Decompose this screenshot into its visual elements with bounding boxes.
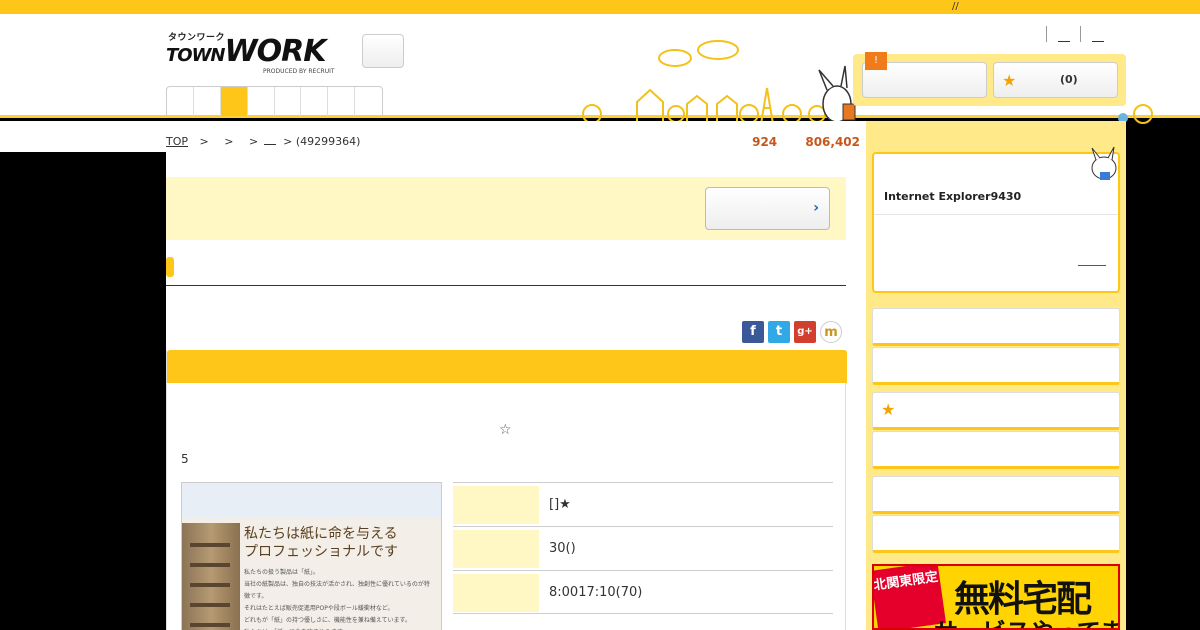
logo-wordmark: TOWNWORK bbox=[166, 34, 326, 69]
widget-title: Internet Explorer9430 bbox=[884, 190, 1022, 203]
info-row-value: []★ bbox=[549, 497, 571, 512]
job-card-header bbox=[167, 350, 847, 383]
tab-8[interactable] bbox=[355, 87, 382, 116]
googleplus-icon[interactable]: g+ bbox=[794, 321, 816, 343]
rabbit-mascot-icon bbox=[1091, 146, 1117, 180]
logo-produced-by: PRODUCED BY RECRUIT bbox=[263, 68, 335, 75]
job-photo: 私たちは紙に命を与える プロフェッショナルです 私たちの扱う製品は「紙」。 当社… bbox=[181, 482, 442, 630]
breadcrumb-link-underline[interactable] bbox=[263, 144, 276, 145]
job-number: 5 bbox=[181, 452, 189, 466]
tab-2[interactable] bbox=[194, 87, 221, 116]
chevron-right-icon: › bbox=[813, 200, 819, 216]
job-info-table: []★ 30() 8:0017:10(70) bbox=[453, 482, 833, 614]
site-header: タウンワーク TOWNWORK PRODUCED BY RECRUIT ★ (0… bbox=[0, 14, 1200, 128]
breadcrumb-sep: > bbox=[199, 135, 209, 148]
browser-notice-widget: Internet Explorer9430 bbox=[872, 146, 1120, 293]
area-tabs bbox=[166, 86, 383, 116]
info-row-value: 30() bbox=[549, 541, 576, 556]
info-row: 30() bbox=[453, 526, 833, 570]
main-content: TOP > > > > (49299364) 924 806,402 › f t… bbox=[166, 121, 866, 630]
breadcrumb-job-id: > (49299364) bbox=[283, 135, 361, 148]
ad-subline: サービスやってます! bbox=[934, 612, 1118, 628]
star-icon: ★ bbox=[881, 400, 896, 419]
photo-headline: 私たちは紙に命を与える プロフェッショナルです bbox=[244, 526, 398, 560]
sidebar: Internet Explorer9430 ★ 北関東限定 無料宅配 サービスや… bbox=[866, 121, 1126, 630]
breadcrumb-sep: > bbox=[248, 135, 259, 148]
stats: 924 806,402 bbox=[728, 135, 860, 149]
facebook-icon[interactable]: f bbox=[742, 321, 764, 343]
sidebar-button-favorites[interactable]: ★ bbox=[872, 392, 1120, 430]
top-bar-mark: // bbox=[952, 1, 959, 12]
favorites-count: (0) bbox=[1060, 73, 1078, 86]
rabbit-mascot-icon bbox=[818, 65, 856, 123]
breadcrumb-top-link[interactable]: TOP bbox=[166, 135, 188, 148]
tab-4[interactable] bbox=[248, 87, 275, 116]
photo-body: 私たちの扱う製品は「紙」。 当社の紙製品は、独自の技法が活かされ、独創性に優れて… bbox=[244, 569, 430, 630]
info-row-label bbox=[453, 530, 539, 568]
tab-1[interactable] bbox=[167, 87, 194, 116]
sidebar-button-5[interactable] bbox=[872, 476, 1120, 514]
info-row: []★ bbox=[453, 482, 833, 526]
star-icon: ★ bbox=[1002, 71, 1017, 90]
banner-button[interactable]: › bbox=[705, 187, 830, 230]
delivery-ad-banner[interactable]: 北関東限定 無料宅配 サービスやってます! bbox=[872, 564, 1120, 630]
tab-7[interactable] bbox=[328, 87, 356, 116]
widget-divider bbox=[874, 214, 1118, 215]
info-row-value: 8:0017:10(70) bbox=[549, 585, 643, 600]
info-row: 8:0017:10(70) bbox=[453, 570, 833, 614]
tab-5[interactable] bbox=[275, 87, 302, 116]
stat-count-1: 924 bbox=[752, 135, 778, 149]
breadcrumb-sep: > bbox=[224, 135, 234, 148]
favorites-button[interactable]: ★ (0) bbox=[993, 62, 1118, 98]
sidebar-button-6[interactable] bbox=[872, 515, 1120, 553]
tab-6[interactable] bbox=[301, 87, 329, 116]
login-box: ★ (0) ! bbox=[853, 52, 1126, 106]
info-row-label bbox=[453, 486, 539, 524]
tab-3-active[interactable] bbox=[220, 87, 248, 116]
warning-badge: ! bbox=[865, 52, 887, 70]
heading-marker bbox=[166, 257, 174, 277]
townwork-logo[interactable]: タウンワーク TOWNWORK PRODUCED BY RECRUIT bbox=[166, 30, 341, 75]
building-image bbox=[182, 523, 240, 630]
sidebar-button-1[interactable] bbox=[872, 308, 1120, 346]
mixi-icon[interactable]: m bbox=[820, 321, 842, 343]
notice-banner: › bbox=[166, 177, 846, 240]
breadcrumb: TOP > > > > (49299364) bbox=[166, 135, 360, 148]
star-outline-icon: ☆ bbox=[499, 422, 512, 438]
job-card: ☆ 5 私たちは紙に命を与える プロフェッショナルです 私たちの扱う製品は「紙」… bbox=[166, 350, 847, 630]
info-row-label bbox=[453, 574, 539, 612]
header-menu-button[interactable] bbox=[362, 34, 404, 68]
social-share: f t g+ m bbox=[742, 321, 842, 343]
stat-count-2: 806,402 bbox=[805, 135, 860, 149]
widget-header bbox=[890, 156, 1090, 178]
sidebar-button-4[interactable] bbox=[872, 431, 1120, 469]
top-bar: // bbox=[0, 0, 1200, 14]
widget-link[interactable] bbox=[1078, 264, 1106, 266]
sidebar-button-2[interactable] bbox=[872, 347, 1120, 385]
twitter-icon[interactable]: t bbox=[768, 321, 790, 343]
heading-divider bbox=[166, 285, 846, 286]
